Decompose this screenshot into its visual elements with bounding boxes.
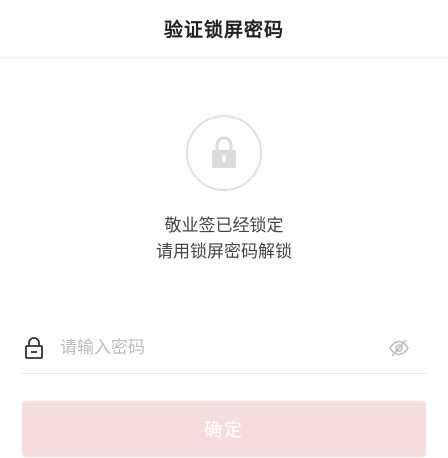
page-title: 验证锁屏密码 (163, 19, 284, 41)
eye-off-icon[interactable] (386, 335, 412, 361)
password-row (22, 322, 426, 374)
password-input[interactable] (60, 327, 386, 368)
confirm-button[interactable]: 确定 (22, 401, 426, 457)
lock-message-line-1: 敬业签已经锁定 (164, 216, 284, 236)
lock-message-line-2: 请用锁屏密码解锁 (156, 242, 292, 262)
lock-icon (22, 336, 46, 360)
lock-icon (209, 136, 239, 170)
lock-message: 敬业签已经锁定 请用锁屏密码解锁 (0, 213, 448, 265)
lock-hero-circle (186, 115, 262, 191)
header-bar: 验证锁屏密码 (0, 0, 448, 58)
